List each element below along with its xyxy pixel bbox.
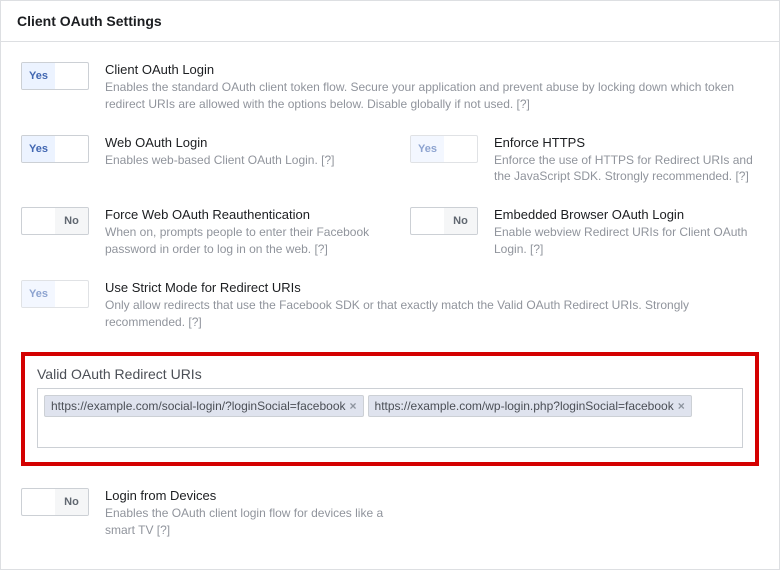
panel-body: Yes Client OAuth Login Enables the stand…	[1, 42, 779, 569]
setting-desc: Enables the OAuth client login flow for …	[105, 505, 401, 539]
setting-title: Client OAuth Login	[105, 62, 759, 77]
toggle-yes	[22, 489, 55, 515]
toggle-yes: Yes	[22, 63, 55, 89]
setting-enforce-https: Yes Enforce HTTPS Enforce the use of HTT…	[410, 135, 759, 186]
setting-row: Yes Client OAuth Login Enables the stand…	[21, 62, 759, 113]
oauth-settings-panel: Client OAuth Settings Yes Client OAuth L…	[0, 0, 780, 570]
toggle-login-from-devices[interactable]: No	[21, 488, 89, 516]
setting-title: Embedded Browser OAuth Login	[494, 207, 759, 222]
setting-desc: Only allow redirects that use the Facebo…	[105, 297, 759, 331]
setting-title: Enforce HTTPS	[494, 135, 759, 150]
toggle-client-oauth-login[interactable]: Yes	[21, 62, 89, 90]
setting-desc: When on, prompts people to enter their F…	[105, 224, 370, 258]
setting-text: Enforce HTTPS Enforce the use of HTTPS f…	[494, 135, 759, 186]
setting-client-oauth-login: Yes Client OAuth Login Enables the stand…	[21, 62, 759, 113]
setting-desc: Enables the standard OAuth client token …	[105, 79, 759, 113]
setting-strict-mode: Yes Use Strict Mode for Redirect URIs On…	[21, 280, 759, 331]
setting-text: Login from Devices Enables the OAuth cli…	[105, 488, 401, 539]
setting-text: Client OAuth Login Enables the standard …	[105, 62, 759, 113]
panel-title: Client OAuth Settings	[1, 1, 779, 42]
redirect-uris-label: Valid OAuth Redirect URIs	[37, 366, 743, 382]
chip-text: https://example.com/social-login/?loginS…	[51, 399, 346, 413]
setting-embedded-browser: No Embedded Browser OAuth Login Enable w…	[410, 207, 759, 258]
setting-row: Yes Use Strict Mode for Redirect URIs On…	[21, 280, 759, 331]
setting-desc: Enable webview Redirect URIs for Client …	[494, 224, 759, 258]
setting-desc: Enables web-based Client OAuth Login. [?…	[105, 152, 370, 169]
toggle-no	[55, 63, 88, 89]
toggle-enforce-https[interactable]: Yes	[410, 135, 478, 163]
toggle-embedded-browser[interactable]: No	[410, 207, 478, 235]
close-icon[interactable]: ×	[678, 399, 685, 413]
toggle-no: No	[444, 208, 477, 234]
toggle-force-reauth[interactable]: No	[21, 207, 89, 235]
chip-text: https://example.com/wp-login.php?loginSo…	[375, 399, 674, 413]
setting-login-from-devices: No Login from Devices Enables the OAuth …	[21, 488, 401, 539]
toggle-yes	[22, 208, 55, 234]
setting-title: Login from Devices	[105, 488, 401, 503]
toggle-strict-mode[interactable]: Yes	[21, 280, 89, 308]
setting-text: Embedded Browser OAuth Login Enable webv…	[494, 207, 759, 258]
toggle-yes: Yes	[22, 281, 55, 307]
redirect-uri-chip[interactable]: https://example.com/wp-login.php?loginSo…	[368, 395, 692, 417]
setting-row: No Force Web OAuth Reauthentication When…	[21, 207, 759, 258]
setting-text: Use Strict Mode for Redirect URIs Only a…	[105, 280, 759, 331]
toggle-no	[444, 136, 477, 162]
toggle-no	[55, 281, 88, 307]
setting-row: No Login from Devices Enables the OAuth …	[21, 488, 759, 539]
toggle-yes	[411, 208, 444, 234]
close-icon[interactable]: ×	[350, 399, 357, 413]
setting-force-reauth: No Force Web OAuth Reauthentication When…	[21, 207, 370, 258]
toggle-yes: Yes	[22, 136, 55, 162]
setting-title: Force Web OAuth Reauthentication	[105, 207, 370, 222]
toggle-yes: Yes	[411, 136, 444, 162]
setting-title: Web OAuth Login	[105, 135, 370, 150]
toggle-no: No	[55, 489, 88, 515]
toggle-no: No	[55, 208, 88, 234]
setting-text: Web OAuth Login Enables web-based Client…	[105, 135, 370, 186]
setting-web-oauth-login: Yes Web OAuth Login Enables web-based Cl…	[21, 135, 370, 186]
toggle-web-oauth-login[interactable]: Yes	[21, 135, 89, 163]
setting-title: Use Strict Mode for Redirect URIs	[105, 280, 759, 295]
valid-redirect-uris-section: Valid OAuth Redirect URIs https://exampl…	[21, 352, 759, 466]
redirect-uri-chip[interactable]: https://example.com/social-login/?loginS…	[44, 395, 364, 417]
setting-text: Force Web OAuth Reauthentication When on…	[105, 207, 370, 258]
setting-row: Yes Web OAuth Login Enables web-based Cl…	[21, 135, 759, 186]
setting-desc: Enforce the use of HTTPS for Redirect UR…	[494, 152, 759, 186]
toggle-no	[55, 136, 88, 162]
redirect-uris-input[interactable]: https://example.com/social-login/?loginS…	[37, 388, 743, 448]
